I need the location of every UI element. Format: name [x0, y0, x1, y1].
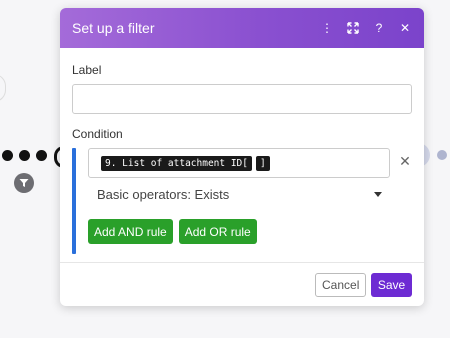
- condition-rule: 9. List of attachment ID[ ] ✕ Basic oper…: [72, 148, 412, 254]
- next-module-handle[interactable]: [437, 150, 447, 160]
- add-or-rule-button[interactable]: Add OR rule: [178, 219, 257, 244]
- expand-icon[interactable]: [346, 21, 360, 35]
- condition-group-bar: [72, 148, 76, 254]
- route-dots[interactable]: [2, 150, 47, 161]
- label-input[interactable]: [72, 84, 412, 114]
- help-icon[interactable]: ?: [372, 21, 386, 35]
- label-field-label: Label: [72, 63, 102, 77]
- dialog-footer: Cancel Save: [60, 262, 424, 306]
- route-dot: [19, 150, 30, 161]
- filter-dialog: Set up a filter ⋮ ? ✕ Label Condition 9.…: [60, 8, 424, 306]
- chevron-down-icon: [374, 191, 382, 197]
- close-icon[interactable]: ✕: [398, 21, 412, 35]
- route-dot: [2, 150, 13, 161]
- dialog-body: Label Condition 9. List of attachment ID…: [60, 48, 424, 254]
- save-button[interactable]: Save: [371, 272, 412, 297]
- dialog-header: Set up a filter ⋮ ? ✕: [60, 8, 424, 48]
- add-and-rule-button[interactable]: Add AND rule: [88, 219, 173, 244]
- condition-label: Condition: [72, 127, 123, 141]
- cancel-button[interactable]: Cancel: [315, 272, 366, 297]
- operator-value: Basic operators: Exists: [97, 186, 230, 202]
- mapped-item-pill-close[interactable]: ]: [256, 155, 270, 171]
- more-vertical-icon[interactable]: ⋮: [320, 21, 334, 35]
- remove-condition-icon[interactable]: ✕: [398, 154, 412, 168]
- route-dot: [36, 150, 47, 161]
- operator-select[interactable]: Basic operators: Exists: [88, 184, 390, 204]
- filter-node[interactable]: [14, 173, 34, 193]
- condition-operand-field[interactable]: 9. List of attachment ID[ ]: [88, 148, 390, 178]
- mapped-item-pill[interactable]: 9. List of attachment ID[: [101, 155, 252, 171]
- dialog-title: Set up a filter: [72, 20, 155, 36]
- funnel-icon: [19, 179, 29, 187]
- header-icons: ⋮ ? ✕: [320, 21, 412, 35]
- rule-buttons: Add AND rule Add OR rule: [88, 219, 412, 244]
